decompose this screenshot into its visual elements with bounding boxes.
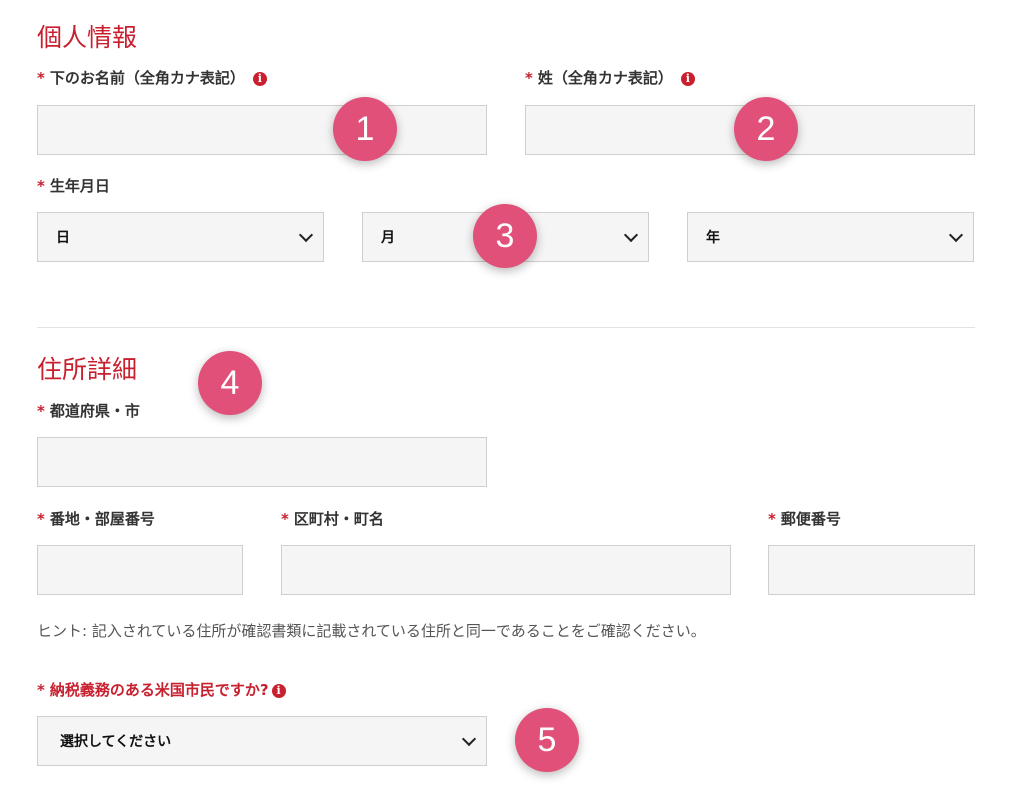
address-title: 住所詳細 (37, 355, 138, 384)
chevron-down-icon (623, 227, 639, 242)
birthdate-label: * 生年月日 (37, 179, 110, 194)
required-mark: * (37, 69, 45, 87)
info-icon[interactable]: i (680, 71, 695, 86)
tax-citizen-label-text: 納税義務のある米国市民ですか? (49, 681, 269, 699)
birth-day-value: 日 (56, 230, 70, 246)
annotation-badge-3: 3 (473, 204, 537, 268)
required-mark: * (37, 402, 45, 420)
prefecture-city-label: * 都道府県・市 (37, 404, 140, 419)
tax-citizen-label: * 納税義務のある米国市民ですか? i (37, 683, 286, 698)
chevron-down-icon (948, 227, 964, 242)
annotation-badge-2: 2 (734, 97, 798, 161)
first-name-input[interactable] (37, 105, 487, 155)
birth-month-value: 月 (381, 230, 395, 246)
prefecture-city-input[interactable] (37, 437, 487, 487)
info-icon[interactable]: i (252, 71, 267, 86)
street-room-label: * 番地・部屋番号 (37, 512, 155, 527)
required-mark: * (281, 510, 289, 528)
birth-year-value: 年 (706, 230, 720, 246)
postal-code-label-text: 郵便番号 (780, 510, 841, 528)
chevron-down-icon (461, 731, 477, 746)
last-name-label-text: 姓（全角カナ表記） (537, 69, 673, 87)
personal-info-title: 個人情報 (37, 23, 138, 52)
required-mark: * (37, 510, 45, 528)
birthdate-label-text: 生年月日 (49, 177, 110, 195)
ward-town-label-text: 区町村・町名 (293, 510, 384, 528)
birth-day-select[interactable]: 日 (37, 212, 324, 262)
last-name-label: * 姓（全角カナ表記） i (525, 71, 695, 86)
info-icon[interactable]: i (271, 683, 286, 698)
ward-town-input[interactable] (281, 545, 731, 595)
chevron-down-icon (298, 227, 314, 242)
address-hint: ヒント: 記入されている住所が確認書類に記載されている住所と同一であることをご確… (37, 622, 706, 640)
annotation-badge-5: 5 (515, 708, 579, 772)
tax-citizen-select[interactable]: 選択してください (37, 716, 487, 766)
required-mark: * (37, 681, 45, 699)
postal-code-input[interactable] (768, 545, 975, 595)
ward-town-label: * 区町村・町名 (281, 512, 384, 527)
birth-year-select[interactable]: 年 (687, 212, 974, 262)
annotation-badge-4: 4 (198, 351, 262, 415)
required-mark: * (525, 69, 533, 87)
postal-code-label: * 郵便番号 (768, 512, 841, 527)
street-room-label-text: 番地・部屋番号 (49, 510, 155, 528)
section-divider (37, 327, 975, 328)
first-name-label-text: 下のお名前（全角カナ表記） (49, 69, 245, 87)
tax-citizen-value: 選択してください (60, 734, 172, 750)
required-mark: * (768, 510, 776, 528)
prefecture-city-label-text: 都道府県・市 (49, 402, 140, 420)
street-room-input[interactable] (37, 545, 243, 595)
required-mark: * (37, 177, 45, 195)
annotation-badge-1: 1 (333, 97, 397, 161)
first-name-label: * 下のお名前（全角カナ表記） i (37, 71, 267, 86)
